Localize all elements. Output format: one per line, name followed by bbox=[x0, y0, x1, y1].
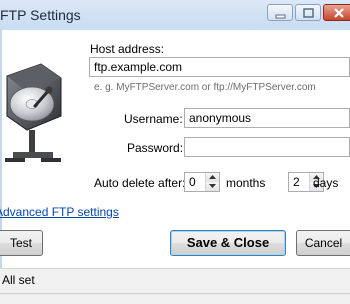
network-drive-icon bbox=[3, 60, 65, 175]
status-bar: All set bbox=[0, 268, 350, 304]
auto-delete-label: Auto delete after: bbox=[94, 176, 186, 190]
maximize-button[interactable] bbox=[295, 4, 321, 21]
username-input[interactable]: anonymous bbox=[184, 108, 350, 128]
chevron-down-icon bbox=[209, 184, 216, 188]
chevron-up-icon bbox=[209, 175, 216, 179]
test-button[interactable]: Test bbox=[0, 230, 43, 256]
months-value: 0 bbox=[189, 175, 196, 189]
status-divider bbox=[0, 293, 350, 294]
advanced-ftp-settings-link[interactable]: Advanced FTP settings bbox=[0, 205, 119, 219]
host-address-input[interactable]: ftp.example.com bbox=[89, 57, 350, 77]
months-down-button[interactable] bbox=[206, 182, 219, 191]
status-text: All set bbox=[2, 273, 35, 287]
username-label: Username: bbox=[124, 112, 183, 126]
months-up-button[interactable] bbox=[206, 173, 219, 182]
host-address-hint: e. g. MyFTPServer.com or ftp://MyFTPServ… bbox=[94, 82, 316, 93]
days-label: days bbox=[313, 176, 339, 190]
close-button[interactable] bbox=[323, 4, 350, 21]
host-address-label: Host address: bbox=[90, 42, 165, 56]
minimize-icon bbox=[275, 14, 286, 19]
close-icon bbox=[334, 8, 344, 18]
maximize-icon bbox=[303, 8, 314, 18]
advanced-link-clip: Advanced FTP settings bbox=[0, 205, 120, 221]
cancel-button[interactable]: Cancel bbox=[296, 230, 350, 256]
window-title: FTP Settings bbox=[0, 7, 81, 23]
save-close-button[interactable]: Save & Close bbox=[170, 230, 286, 256]
months-label: months bbox=[226, 176, 266, 190]
title-bar[interactable]: FTP Settings bbox=[0, 0, 350, 31]
months-stepper[interactable]: 0 bbox=[184, 172, 220, 192]
password-label: Password: bbox=[127, 141, 184, 155]
days-value: 2 bbox=[293, 175, 300, 189]
password-input[interactable] bbox=[184, 137, 350, 157]
minimize-button[interactable] bbox=[267, 4, 293, 21]
